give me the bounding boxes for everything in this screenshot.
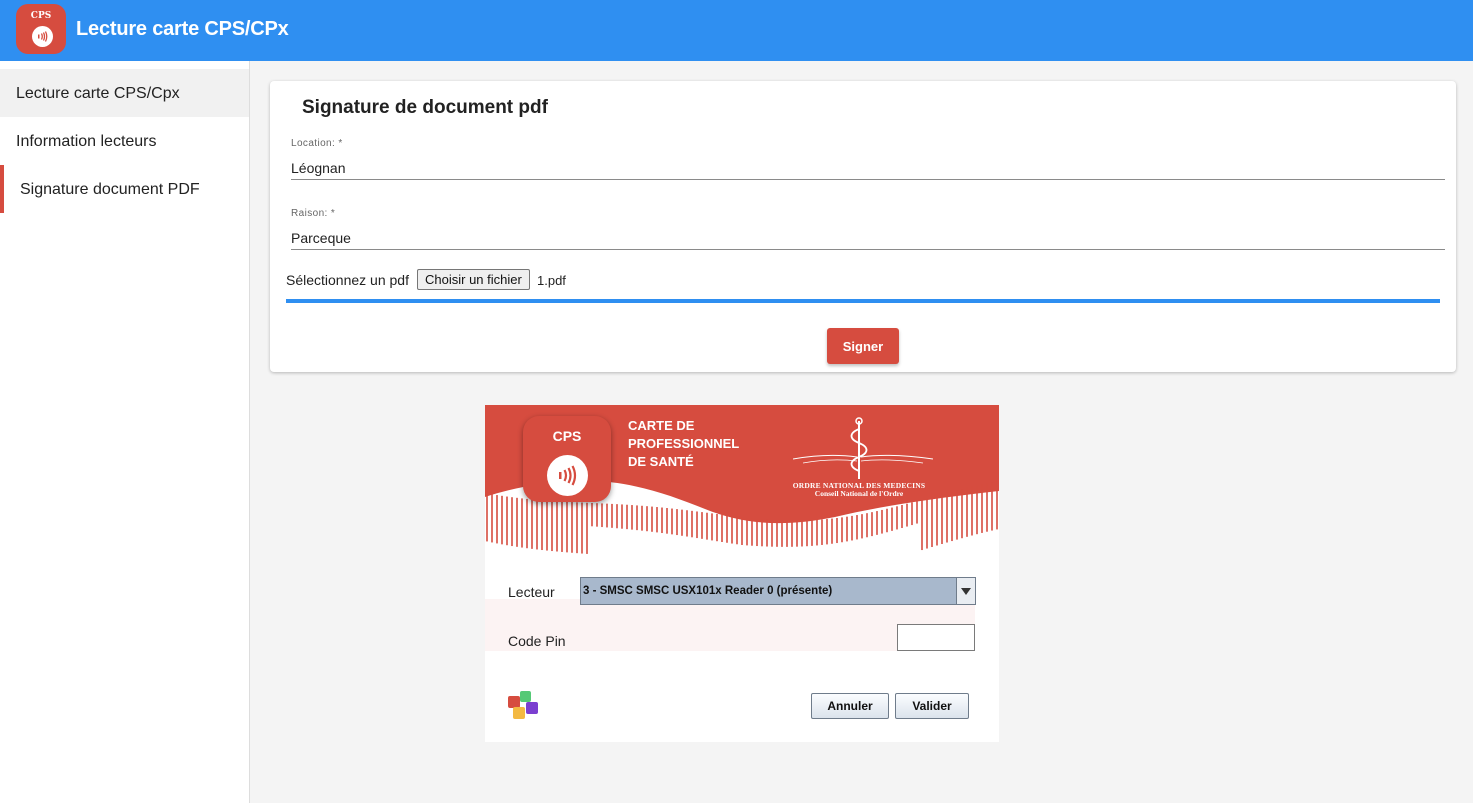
banner-title-line: CARTE DE — [628, 418, 695, 433]
logo-text: CPS — [552, 428, 582, 444]
dropdown-arrow-icon[interactable] — [956, 578, 975, 604]
app-title: Lecture carte CPS/CPx — [76, 18, 289, 40]
sidebar-item-label: Information lecteurs — [16, 133, 157, 150]
sidebar-item-label: Signature document PDF — [20, 181, 200, 198]
cps-banner: CPS CARTE DE PROFESSIONNEL DE SANTÉ ORDR… — [485, 405, 999, 565]
file-select-label: Sélectionnez un pdf — [286, 272, 409, 288]
cps-card-logo: CPS — [523, 416, 611, 502]
reason-field[interactable] — [291, 220, 1445, 250]
contactless-icon — [32, 26, 53, 47]
sidebar-item-signature-pdf[interactable]: Signature document PDF — [0, 165, 249, 213]
reader-select-value: 3 - SMSC SMSC USX101x Reader 0 (présente… — [583, 585, 833, 597]
upload-progress-fill — [286, 299, 1440, 303]
cps-pin-dialog: CPS CARTE DE PROFESSIONNEL DE SANTÉ ORDR… — [485, 405, 999, 742]
caduceus-icon — [793, 417, 933, 479]
validate-button[interactable]: Valider — [895, 693, 969, 719]
pin-input[interactable] — [897, 624, 975, 651]
sign-button[interactable]: Signer — [827, 328, 899, 364]
cps-logo: CPS — [16, 4, 66, 54]
order-subtitle: Conseil National de l'Ordre — [814, 489, 904, 498]
active-indicator — [0, 165, 4, 213]
signature-form-card: Signature de document pdf Location: * Ra… — [270, 81, 1456, 372]
app-bar: CPS Lecture carte CPS/CPx — [0, 0, 1473, 61]
choose-file-button[interactable]: Choisir un fichier — [417, 269, 530, 290]
contactless-icon — [547, 455, 588, 496]
cancel-button[interactable]: Annuler — [811, 693, 889, 719]
app-blocks-logo-icon — [508, 691, 538, 719]
reader-label: Lecteur — [508, 584, 555, 600]
reason-label: Raison: * — [291, 208, 336, 219]
reader-select[interactable]: 3 - SMSC SMSC USX101x Reader 0 (présente… — [580, 577, 976, 605]
sidebar: Lecture carte CPS/Cpx Information lecteu… — [0, 61, 250, 803]
sidebar-item-lecture-carte[interactable]: Lecture carte CPS/Cpx — [0, 69, 249, 117]
selected-file-name: 1.pdf — [537, 273, 566, 288]
upload-progress-bar — [286, 299, 1440, 303]
location-field[interactable] — [291, 150, 1445, 180]
sidebar-item-label: Lecture carte CPS/Cpx — [16, 85, 180, 102]
banner-title-line: DE SANTÉ — [628, 454, 694, 469]
location-label: Location: * — [291, 138, 343, 149]
logo-text: CPS — [30, 11, 52, 21]
form-title: Signature de document pdf — [302, 97, 548, 118]
banner-title: CARTE DE PROFESSIONNEL DE SANTÉ — [628, 417, 768, 471]
sidebar-item-information-lecteurs[interactable]: Information lecteurs — [0, 117, 249, 165]
pin-label: Code Pin — [508, 633, 566, 649]
banner-title-line: PROFESSIONNEL — [628, 436, 740, 451]
